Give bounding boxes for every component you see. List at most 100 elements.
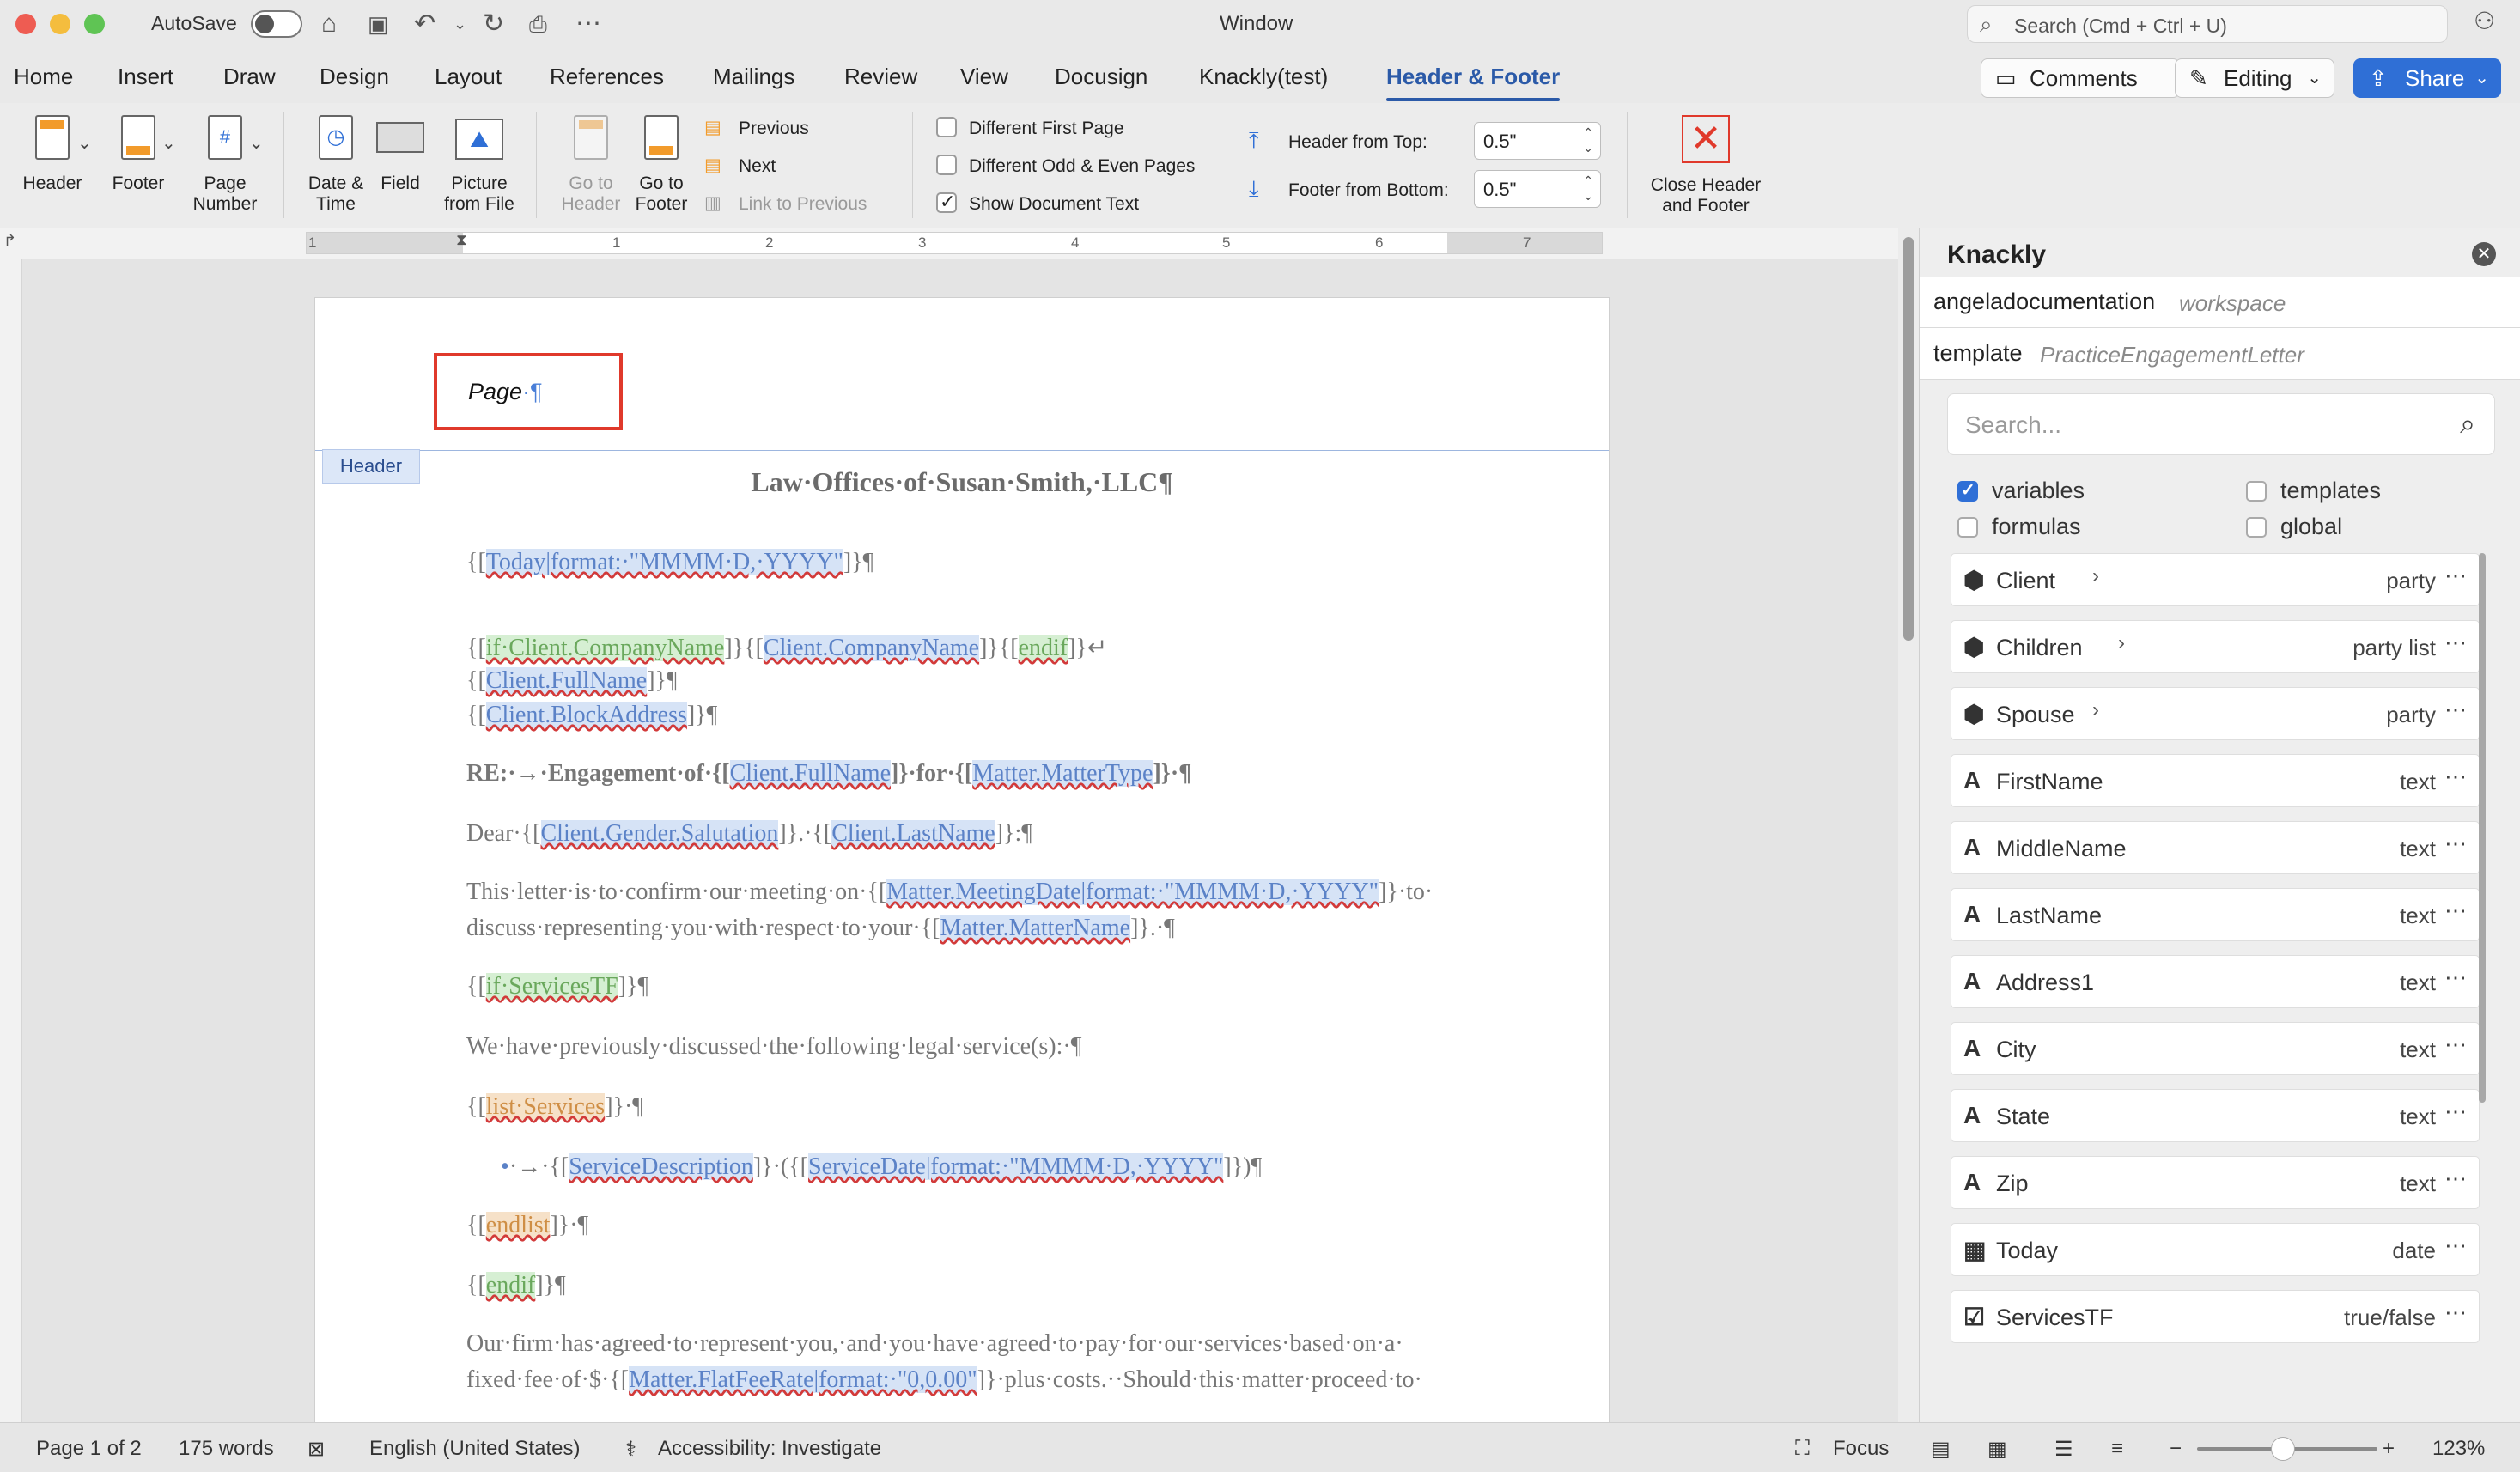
accessibility-status[interactable]: Accessibility: Investigate: [658, 1437, 881, 1461]
variable-item[interactable]: A FirstName text ⋯: [1951, 754, 2480, 807]
tab-home[interactable]: Home: [14, 64, 73, 90]
tab-mailings[interactable]: Mailings: [713, 64, 794, 90]
variable-item[interactable]: A Zip text ⋯: [1951, 1156, 2480, 1209]
doc-line[interactable]: fixed·fee·of·$·{[Matter.FlatFeeRate|form…: [466, 1366, 1422, 1394]
show-document-text-checkbox[interactable]: [936, 191, 957, 213]
share-button[interactable]: ⇪ Share ⌄: [2353, 58, 2501, 98]
formulas-checkbox[interactable]: [1957, 517, 1978, 538]
global-checkbox[interactable]: [2246, 517, 2267, 538]
zoom-window-button[interactable]: [84, 14, 105, 34]
variable-item[interactable]: A LastName text ⋯: [1951, 888, 2480, 941]
stepper-arrows-icon[interactable]: ⌃ ⌄: [1583, 173, 1593, 204]
page-number-button[interactable]: # Page Number: [186, 115, 265, 215]
more-options-icon[interactable]: ⋯: [2444, 1165, 2467, 1192]
language[interactable]: English (United States): [369, 1437, 580, 1461]
comments-button[interactable]: ▭ Comments: [1981, 58, 2180, 98]
header-dropdown-icon[interactable]: ⌄: [77, 132, 92, 154]
tab-insert[interactable]: Insert: [118, 64, 173, 90]
panel-scrollbar[interactable]: [2476, 553, 2488, 1412]
field-button[interactable]: Field: [374, 115, 426, 194]
more-options-icon[interactable]: ⋯: [2444, 964, 2467, 991]
chevron-right-icon[interactable]: ›: [2092, 698, 2099, 722]
editing-button[interactable]: ✎ Editing ⌄: [2175, 58, 2334, 98]
document-canvas[interactable]: Page·¶ Header Law·Offices·of·Susan·Smith…: [0, 259, 1898, 1438]
footer-dropdown-icon[interactable]: ⌄: [161, 132, 176, 154]
templates-checkbox[interactable]: [2246, 481, 2267, 502]
variable-item[interactable]: ☑ ServicesTF true/false ⋯: [1951, 1290, 2480, 1343]
next-button[interactable]: Next: [739, 156, 776, 177]
more-options-icon[interactable]: ⋯: [2444, 830, 2467, 857]
more-options-icon[interactable]: ⋯: [2444, 1031, 2467, 1058]
word-count[interactable]: 175 words: [179, 1437, 274, 1461]
more-options-icon[interactable]: ⋯: [2444, 563, 2467, 589]
doc-line[interactable]: {[endif]}¶: [466, 1272, 566, 1299]
zoom-slider-knob[interactable]: [2271, 1437, 2295, 1461]
close-header-footer-button[interactable]: ✕ Close Header and Footer: [1642, 115, 1769, 216]
undo-icon[interactable]: ↶: [414, 9, 435, 40]
page-number-dropdown-icon[interactable]: ⌄: [249, 132, 264, 154]
draft-view-icon[interactable]: ≡: [2111, 1437, 2123, 1461]
document-scrollbar[interactable]: [1898, 228, 1919, 1438]
more-options-icon[interactable]: ⋯: [2444, 897, 2467, 924]
more-options-icon[interactable]: ⋯: [2444, 1232, 2467, 1259]
tab-header-footer[interactable]: Header & Footer: [1386, 64, 1561, 101]
document-page[interactable]: Page·¶ Header Law·Offices·of·Susan·Smith…: [314, 297, 1610, 1438]
zoom-level[interactable]: 123%: [2432, 1437, 2485, 1461]
workspace-row[interactable]: angeladocumentation workspace: [1920, 277, 2520, 328]
panel-scrollbar-thumb[interactable]: [2479, 553, 2486, 1103]
tab-references[interactable]: References: [550, 64, 664, 90]
variable-item[interactable]: A State text ⋯: [1951, 1089, 2480, 1142]
doc-line[interactable]: {[Today|format:·"MMMM·D,·YYYY"]}¶: [466, 549, 873, 576]
print-icon[interactable]: ⎙: [529, 9, 547, 40]
tab-layout[interactable]: Layout: [435, 64, 502, 90]
zoom-out-icon[interactable]: −: [2170, 1437, 2182, 1461]
previous-button[interactable]: Previous: [739, 119, 809, 139]
autosave-toggle[interactable]: [251, 10, 302, 38]
template-row[interactable]: template PracticeEngagementLetter: [1920, 328, 2520, 380]
header-region[interactable]: Page·¶: [315, 298, 1609, 451]
doc-line[interactable]: This·letter·is·to·confirm·our·meeting·on…: [466, 879, 1433, 906]
variable-item[interactable]: ⬢ Spouse › party ⋯: [1951, 687, 2480, 740]
doc-line[interactable]: •·→·{[ServiceDescription]}·({[ServiceDat…: [501, 1153, 1262, 1181]
header-button[interactable]: Header: [14, 115, 91, 194]
minimize-window-button[interactable]: [50, 14, 70, 34]
outline-view-icon[interactable]: ☰: [2054, 1437, 2073, 1462]
indent-marker-icon[interactable]: ⧗: [456, 231, 467, 249]
scrollbar-thumb[interactable]: [1903, 237, 1914, 641]
home-icon[interactable]: ⌂: [321, 9, 337, 40]
search-input[interactable]: ⌕ Search (Cmd + Ctrl + U): [1967, 5, 2448, 43]
tab-draw[interactable]: Draw: [223, 64, 276, 90]
doc-line[interactable]: Our·firm·has·agreed·to·represent·you,·an…: [466, 1330, 1403, 1358]
zoom-in-icon[interactable]: +: [2383, 1437, 2395, 1461]
doc-line[interactable]: {[if·ServicesTF]}¶: [466, 973, 648, 1001]
redo-icon[interactable]: ↻: [483, 9, 504, 40]
more-options-icon[interactable]: ⋯: [2444, 1299, 2467, 1326]
variable-item[interactable]: A Address1 text ⋯: [1951, 955, 2480, 1008]
more-icon[interactable]: ⋯: [575, 9, 601, 40]
close-panel-icon[interactable]: ✕: [2472, 242, 2496, 266]
focus-button[interactable]: Focus: [1833, 1437, 1889, 1461]
header-text[interactable]: Page·¶: [468, 379, 543, 405]
undo-dropdown-icon[interactable]: ⌄: [453, 9, 466, 40]
go-to-footer-button[interactable]: Go to Footer: [624, 115, 699, 215]
page-count[interactable]: Page 1 of 2: [36, 1437, 142, 1461]
tab-view[interactable]: View: [960, 64, 1008, 90]
tab-knackly-test[interactable]: Knackly(test): [1199, 64, 1328, 90]
footer-button[interactable]: Footer: [100, 115, 177, 194]
more-options-icon[interactable]: ⋯: [2444, 630, 2467, 656]
stepper-arrows-icon[interactable]: ⌃ ⌄: [1583, 125, 1593, 155]
doc-line[interactable]: {[Client.FullName]}¶: [466, 667, 678, 695]
tab-docusign[interactable]: Docusign: [1055, 64, 1147, 90]
more-options-icon[interactable]: ⋯: [2444, 1098, 2467, 1125]
more-options-icon[interactable]: ⋯: [2444, 696, 2467, 723]
doc-line[interactable]: {[if·Client.CompanyName]}{[Client.Compan…: [466, 633, 1107, 662]
more-options-icon[interactable]: ⋯: [2444, 763, 2467, 790]
web-layout-icon[interactable]: ▦: [1987, 1437, 2007, 1462]
doc-line[interactable]: RE:·→·Engagement·of·{[Client.FullName]}·…: [466, 760, 1191, 788]
panel-search-input[interactable]: Search... ⌕: [1947, 393, 2495, 455]
tab-stop-icon[interactable]: ↱: [3, 232, 16, 250]
date-time-button[interactable]: ◷ Date & Time: [295, 115, 376, 215]
variable-item[interactable]: ▦ Today date ⋯: [1951, 1223, 2480, 1276]
close-window-button[interactable]: [15, 14, 36, 34]
doc-line[interactable]: {[list·Services]}·¶: [466, 1093, 643, 1121]
